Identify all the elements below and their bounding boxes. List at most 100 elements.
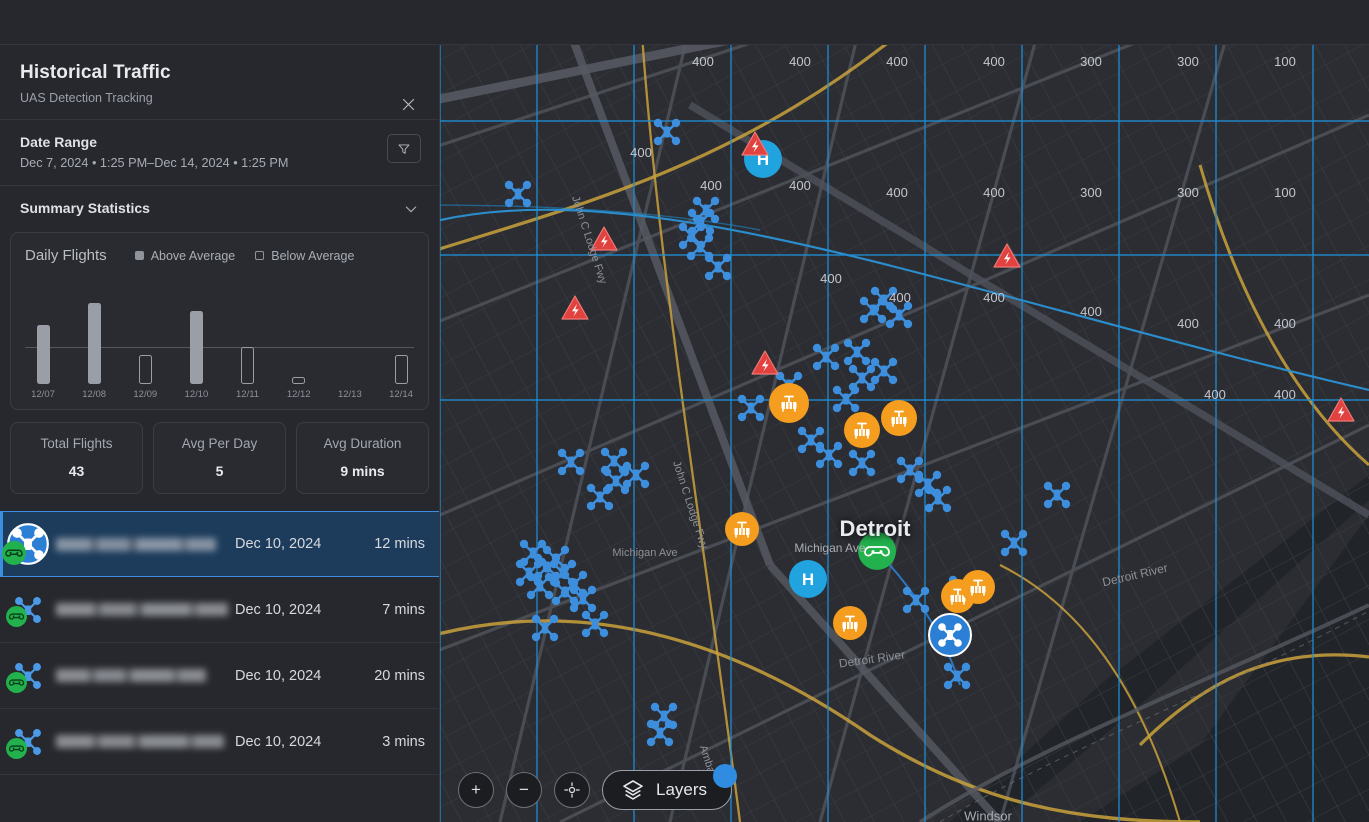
zoom-out-button[interactable]: − bbox=[506, 772, 542, 808]
altitude-label: 300 bbox=[1080, 54, 1102, 69]
chart-x-tick: 12/14 bbox=[389, 389, 413, 400]
ground-control-marker[interactable] bbox=[858, 532, 896, 570]
altitude-label: 400 bbox=[886, 185, 908, 200]
flight-duration: 20 mins bbox=[374, 667, 425, 684]
altitude-label: 400 bbox=[630, 145, 652, 160]
altitude-label: 300 bbox=[1177, 185, 1199, 200]
summary-label: Summary Statistics bbox=[20, 200, 150, 216]
stat-card: Total Flights 43 bbox=[10, 422, 143, 494]
locate-button[interactable] bbox=[554, 772, 590, 808]
altitude-label: 400 bbox=[789, 178, 811, 193]
chart-x-tick: 12/09 bbox=[133, 389, 158, 400]
zoom-in-button[interactable]: + bbox=[458, 772, 494, 808]
altitude-label: 400 bbox=[692, 54, 714, 69]
flight-duration: 7 mins bbox=[382, 601, 425, 618]
altitude-label: 400 bbox=[789, 54, 811, 69]
crane-marker[interactable] bbox=[725, 512, 759, 546]
chart-x-tick: 12/11 bbox=[236, 389, 260, 400]
stat-label: Avg Duration bbox=[323, 436, 402, 451]
controller-icon bbox=[6, 737, 27, 759]
filter-button[interactable] bbox=[387, 134, 421, 163]
chart-bar[interactable] bbox=[292, 376, 306, 384]
altitude-label: 400 bbox=[820, 271, 842, 286]
chart-bar[interactable] bbox=[394, 354, 408, 384]
date-range-value: Dec 7, 2024 • 1:25 PM–Dec 14, 2024 • 1:2… bbox=[20, 156, 289, 170]
chart-x-tick: 12/08 bbox=[82, 389, 107, 400]
legend-label: Above Average bbox=[150, 248, 236, 263]
flight-list[interactable]: Dec 10, 2024 12 mins Dec 10, 2024 7 mins bbox=[0, 511, 439, 775]
top-bar bbox=[0, 0, 1369, 45]
chart-legend: Above Average Below Average bbox=[134, 248, 354, 263]
date-range-label: Date Range bbox=[20, 134, 98, 150]
flight-name bbox=[56, 669, 235, 682]
altitude-label: 400 bbox=[886, 54, 908, 69]
average-baseline bbox=[25, 347, 414, 349]
altitude-label: 300 bbox=[1177, 54, 1199, 69]
flight-name bbox=[56, 603, 235, 616]
crane-marker[interactable] bbox=[881, 400, 917, 436]
date-range-section: Date Range Dec 7, 2024 • 1:25 PM–Dec 14,… bbox=[0, 120, 439, 186]
altitude-label: 400 bbox=[1204, 387, 1226, 402]
chart-bar[interactable] bbox=[189, 310, 203, 384]
altitude-label: 400 bbox=[983, 54, 1005, 69]
controller-icon bbox=[2, 541, 26, 565]
chart-bar[interactable] bbox=[87, 303, 101, 384]
layers-button[interactable]: Layers bbox=[602, 764, 738, 810]
historical-traffic-panel: Historical Traffic UAS Detection Trackin… bbox=[0, 45, 440, 822]
stat-value: 43 bbox=[68, 463, 85, 479]
flight-date: Dec 10, 2024 bbox=[235, 536, 322, 552]
legend-item-below-average: Below Average bbox=[255, 249, 354, 263]
summary-stat-cards: Total Flights 43 Avg Per Day 5 Avg Duration 9… bbox=[0, 410, 439, 494]
flight-list-item[interactable]: Dec 10, 2024 12 mins bbox=[0, 511, 439, 577]
flight-date: Dec 10, 2024 bbox=[235, 667, 322, 684]
stat-value: 5 bbox=[215, 463, 224, 479]
legend-item-above-average: Above Average bbox=[134, 248, 236, 263]
map-view[interactable]: HH Detroit Michigan Ave Michigan Ave Detroi… bbox=[440, 45, 1369, 822]
svg-text:H: H bbox=[802, 570, 814, 589]
stat-label: Avg Per Day bbox=[181, 436, 258, 451]
redacted-flight-name bbox=[56, 735, 224, 748]
flight-list-item[interactable]: Dec 10, 2024 20 mins bbox=[0, 643, 439, 709]
controller-icon bbox=[6, 605, 27, 627]
controller-icon bbox=[6, 671, 27, 693]
altitude-label: 400 bbox=[983, 290, 1005, 305]
altitude-label: 100 bbox=[1274, 54, 1296, 69]
close-icon[interactable] bbox=[395, 91, 421, 117]
panel-subtitle: UAS Detection Tracking bbox=[20, 91, 153, 105]
flight-duration: 3 mins bbox=[382, 733, 425, 750]
chart-header: Daily Flights Above Average Below Average bbox=[25, 247, 414, 264]
crane-marker[interactable] bbox=[833, 606, 867, 640]
chart-bar[interactable] bbox=[241, 347, 255, 384]
flight-list-item[interactable]: Dec 10, 2024 7 mins bbox=[0, 577, 439, 643]
chart-x-tick: 12/13 bbox=[337, 389, 362, 400]
heliport-marker[interactable]: H bbox=[789, 560, 827, 598]
altitude-label: 400 bbox=[700, 178, 722, 193]
legend-swatch bbox=[134, 251, 144, 260]
flight-duration: 12 mins bbox=[374, 536, 425, 552]
altitude-label: 400 bbox=[1177, 316, 1199, 331]
crane-marker[interactable] bbox=[769, 383, 809, 423]
selected-drone-marker[interactable] bbox=[928, 613, 972, 657]
chart-x-tick: 12/07 bbox=[31, 389, 55, 400]
map-controls[interactable]: + − Layers bbox=[458, 764, 738, 810]
panel-header: Historical Traffic UAS Detection Trackin… bbox=[0, 45, 439, 120]
chart-title: Daily Flights bbox=[25, 247, 107, 264]
daily-flights-chart: Daily Flights Above Average Below Average… bbox=[10, 232, 429, 410]
crane-marker[interactable] bbox=[844, 412, 880, 448]
flight-icon bbox=[0, 592, 56, 628]
page-title: Historical Traffic bbox=[20, 62, 171, 83]
chart-bar[interactable] bbox=[36, 325, 50, 384]
flight-icon bbox=[0, 658, 56, 694]
altitude-label: 400 bbox=[1080, 304, 1102, 319]
flight-list-item[interactable]: Dec 10, 2024 3 mins bbox=[0, 709, 439, 775]
stat-value: 9 mins bbox=[340, 463, 385, 479]
flight-icon bbox=[0, 522, 56, 566]
redacted-flight-name bbox=[56, 537, 216, 551]
stat-card: Avg Per Day 5 bbox=[153, 422, 286, 494]
legend-label: Below Average bbox=[271, 248, 355, 263]
summary-statistics-section: Summary Statistics bbox=[0, 186, 439, 226]
crane-marker[interactable] bbox=[961, 570, 995, 604]
chart-bar[interactable] bbox=[138, 354, 152, 384]
chevron-down-icon[interactable] bbox=[403, 201, 419, 222]
redacted-flight-name bbox=[56, 669, 206, 682]
